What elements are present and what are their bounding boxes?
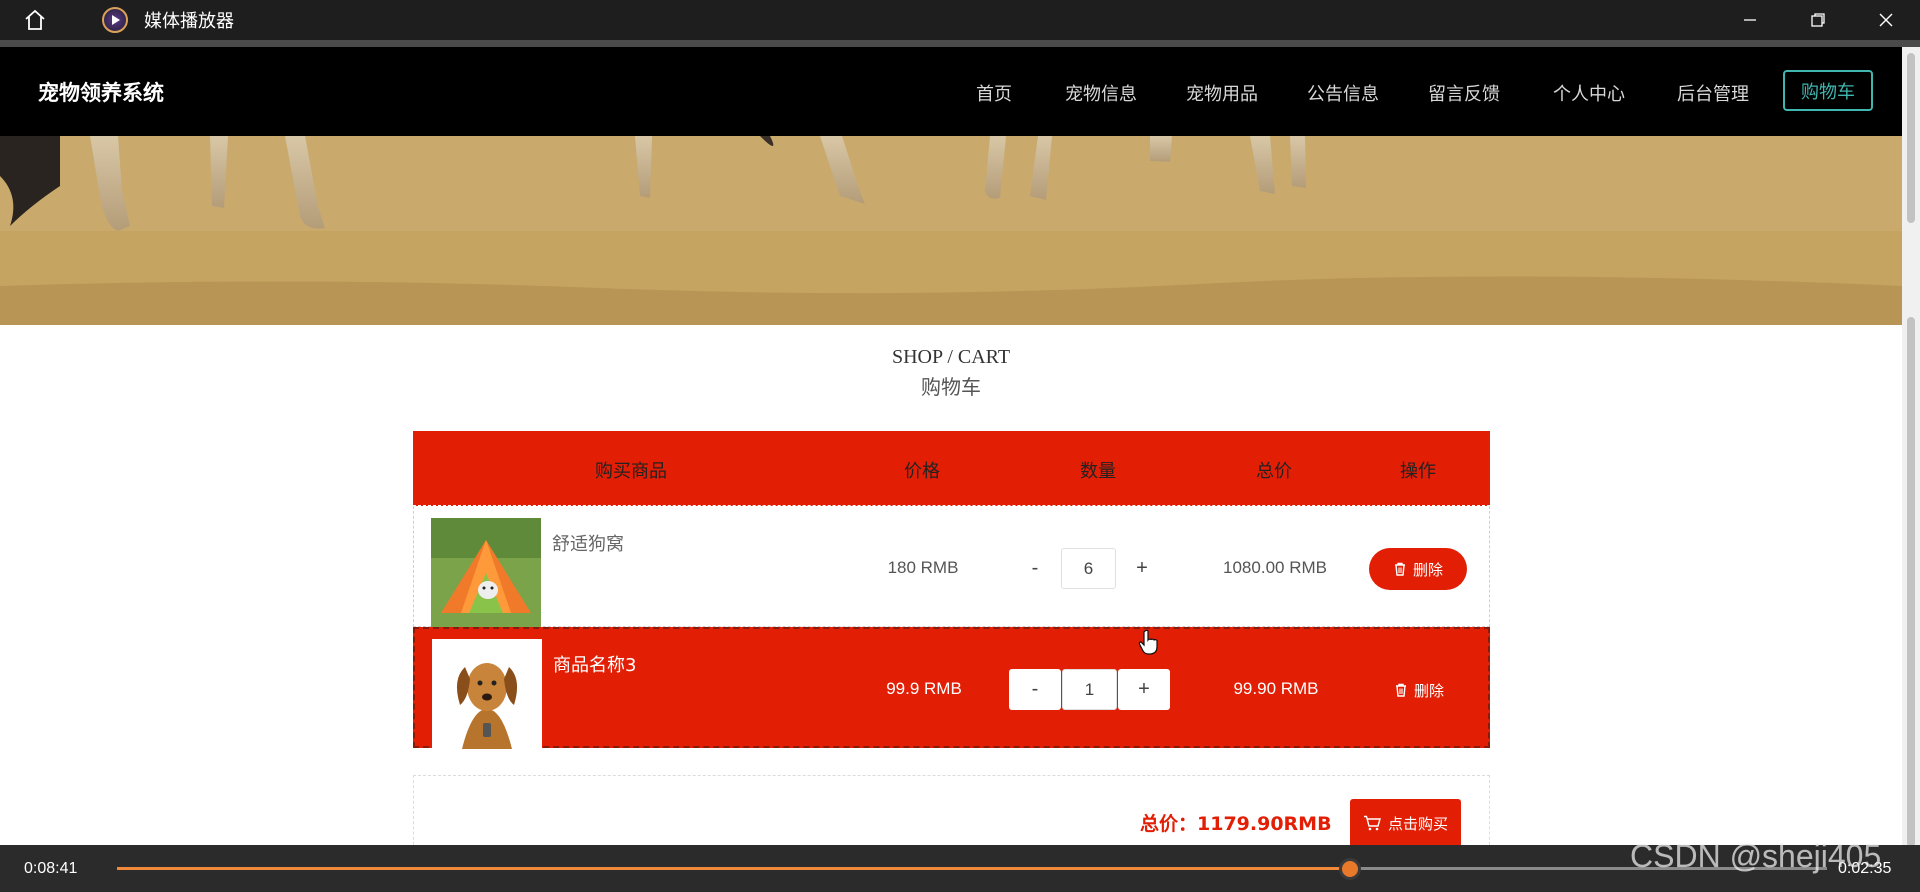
minimize-button[interactable] — [1716, 0, 1784, 40]
current-time: 0:08:41 — [24, 860, 78, 877]
trash-icon — [1394, 562, 1405, 576]
home-icon[interactable] — [18, 3, 52, 37]
cart-nav-button[interactable]: 购物车 — [1783, 70, 1873, 111]
header-action: 操作 — [1400, 461, 1436, 482]
product-image-dog-tent[interactable] — [431, 518, 541, 628]
close-button[interactable] — [1852, 0, 1920, 40]
buy-label: 点击购买 — [1387, 814, 1448, 833]
seek-bar[interactable] — [117, 867, 1827, 870]
product-name[interactable]: 舒适狗窝 — [552, 530, 624, 556]
seek-handle[interactable] — [1338, 858, 1361, 880]
quantity-plus-button[interactable]: + — [1118, 669, 1170, 710]
quantity-stepper: - + — [1009, 669, 1170, 710]
product-price: 99.9 RMB — [886, 679, 962, 698]
product-subtotal: 1080.00 RMB — [1223, 558, 1327, 577]
quantity-plus-button[interactable]: + — [1116, 548, 1168, 589]
quantity-input[interactable] — [1062, 669, 1117, 710]
product-price: 180 RMB — [887, 558, 959, 577]
nav-item-notices[interactable]: 公告信息 — [1307, 80, 1379, 106]
video-frame: 宠物领养系统 首页 宠物信息 宠物用品 公告信息 留言反馈 个人中心 后台管理 … — [0, 47, 1902, 845]
cart-icon — [1363, 815, 1381, 831]
cart-row-highlighted: 商品名称3 99.9 RMB - + 99.90 RMB 删除 — [413, 627, 1490, 749]
header-qty: 数量 — [1080, 461, 1116, 482]
site-navbar: 宠物领养系统 首页 宠物信息 宠物用品 公告信息 留言反馈 个人中心 后台管理 … — [0, 47, 1902, 136]
watermark: CSDN @sheji405 — [1630, 838, 1882, 874]
window-titlebar: 媒体播放器 — [0, 0, 1920, 40]
section-title-en: SHOP / CART — [891, 346, 1011, 368]
nav-item-supplies[interactable]: 宠物用品 — [1186, 80, 1258, 106]
nav-item-feedback[interactable]: 留言反馈 — [1428, 80, 1500, 106]
cart-total: 总价：1179.90RMB — [1140, 813, 1332, 835]
delete-button[interactable]: 删除 — [1369, 548, 1467, 590]
cart-row: 舒适狗窝 180 RMB - + 1080.00 RMB 删除 — [413, 506, 1490, 628]
media-player-app-icon — [102, 7, 128, 33]
scrollbar-thumb-top — [1907, 53, 1915, 223]
window-title: 媒体播放器 — [144, 11, 234, 32]
quantity-input[interactable] — [1061, 548, 1116, 589]
seek-bar-progress — [117, 867, 1350, 870]
cart-summary: 总价：1179.90RMB 点击购买 — [413, 775, 1490, 845]
header-price: 价格 — [904, 461, 940, 482]
quantity-stepper: - + — [1009, 548, 1168, 589]
section-title-cn: 购物车 — [921, 375, 981, 399]
product-subtotal: 99.90 RMB — [1233, 679, 1319, 698]
header-product: 购买商品 — [595, 461, 667, 482]
nav-item-admin[interactable]: 后台管理 — [1677, 80, 1749, 106]
scrollbar-thumb[interactable] — [1907, 317, 1915, 847]
site-brand[interactable]: 宠物领养系统 — [38, 77, 164, 107]
delete-label: 删除 — [1412, 560, 1443, 579]
window-divider — [0, 40, 1920, 47]
hand-cursor-icon — [1138, 629, 1160, 660]
delete-button[interactable]: 删除 — [1370, 669, 1468, 711]
trash-icon — [1395, 683, 1406, 697]
nav-item-profile[interactable]: 个人中心 — [1553, 80, 1625, 106]
quantity-minus-button[interactable]: - — [1009, 669, 1061, 710]
product-name[interactable]: 商品名称3 — [553, 651, 636, 677]
nav-item-pets[interactable]: 宠物信息 — [1065, 80, 1137, 106]
header-subtotal: 总价 — [1256, 461, 1292, 482]
restore-button[interactable] — [1784, 0, 1852, 40]
cart-table: 购买商品 价格 数量 总价 操作 舒适狗窝 180 RMB - 6 + 1080… — [413, 431, 1490, 845]
delete-label: 删除 — [1413, 681, 1444, 700]
banner-image — [0, 136, 1902, 325]
cart-table-header: 购买商品 价格 数量 总价 操作 — [413, 431, 1490, 506]
buy-button[interactable]: 点击购买 — [1350, 799, 1461, 845]
nav-item-home[interactable]: 首页 — [976, 80, 1012, 106]
product-image-dog[interactable] — [432, 639, 542, 749]
page-scrollbar[interactable] — [1902, 47, 1920, 847]
quantity-minus-button[interactable]: - — [1009, 548, 1061, 589]
